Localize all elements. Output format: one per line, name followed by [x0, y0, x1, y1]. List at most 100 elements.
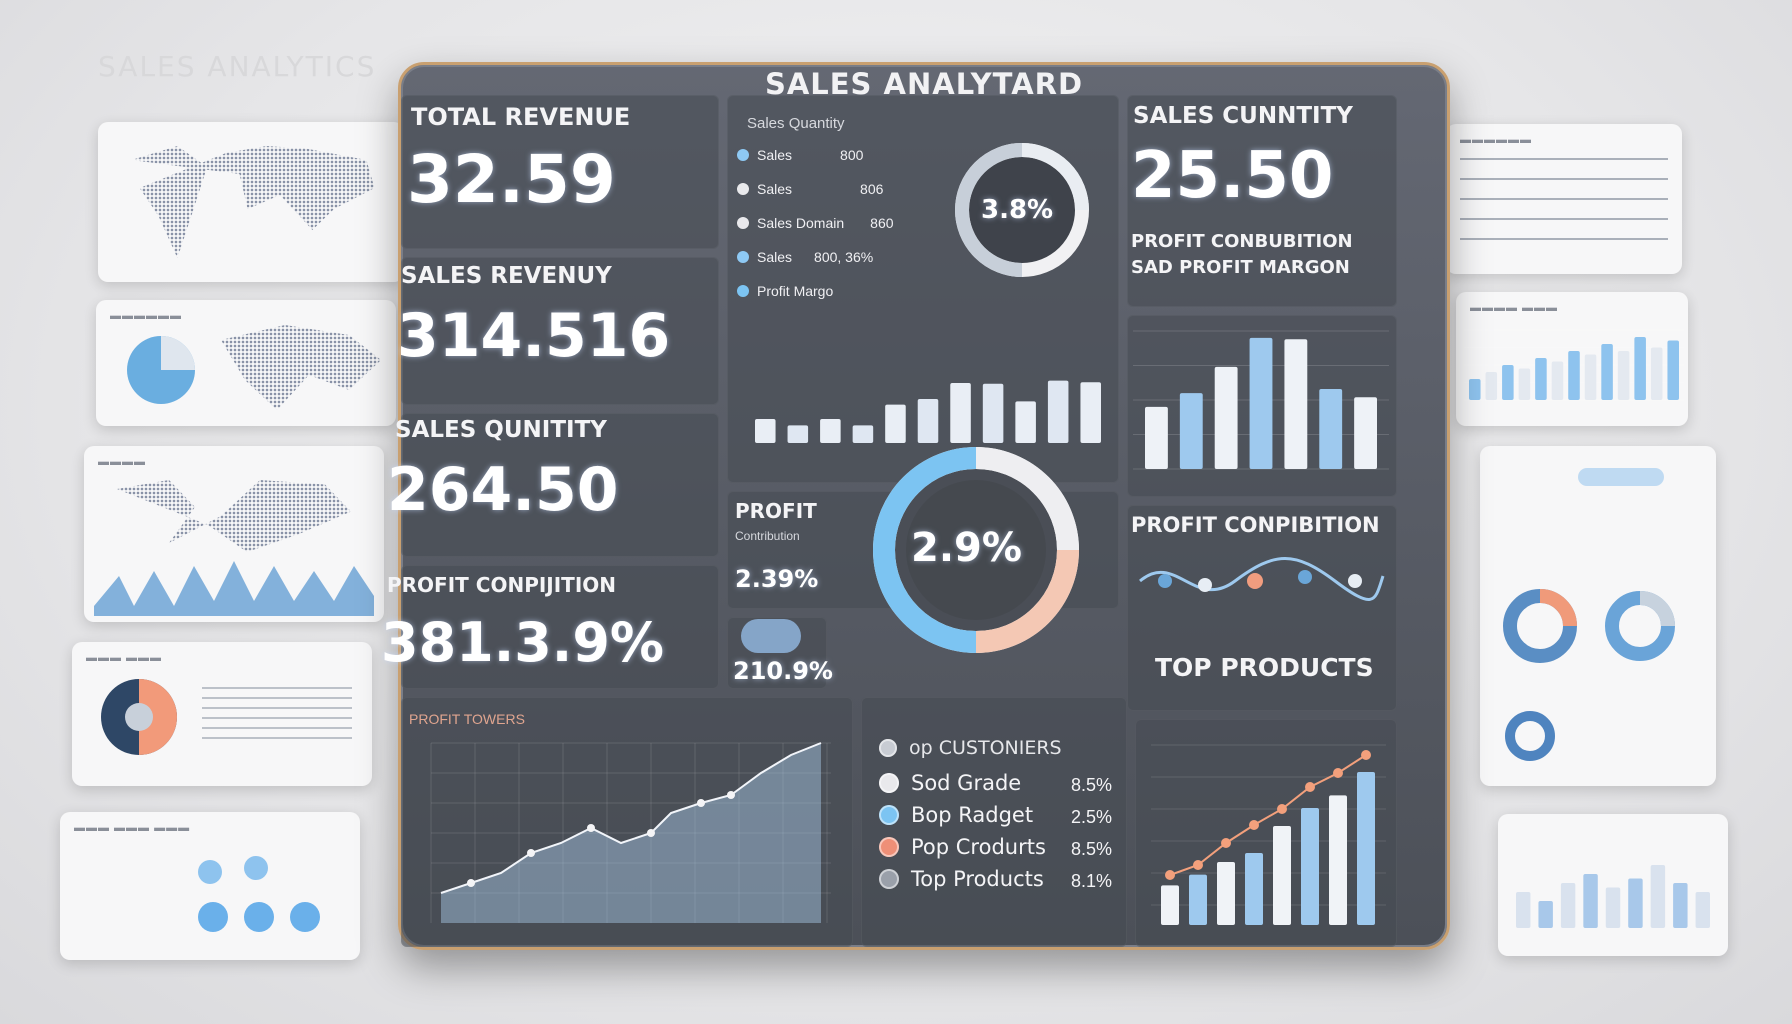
line-point: [1305, 782, 1315, 792]
customer-row[interactable]: Bop Radget: [879, 803, 1033, 827]
profit-donut-value: 2.9%: [911, 525, 1022, 571]
profit-compilation-panel: PROFIT CONPIBITION TOP PRODUCTS: [1127, 505, 1397, 711]
bar-chart-card: ▬▬▬▬ ▬▬▬: [1456, 292, 1688, 426]
list-lines: [202, 687, 352, 747]
pie-list-card: ▬▬▬ ▬▬▬: [72, 642, 372, 786]
customer-label: Top Products: [911, 867, 1044, 891]
legend-row[interactable]: Sales 800: [737, 147, 863, 163]
kpi-value: 314.516: [397, 301, 671, 371]
bar: [1560, 883, 1576, 928]
legend-dot: [737, 251, 749, 263]
customer-percent: 8.1%: [1071, 871, 1113, 891]
kpi-panel-sales-revenue[interactable]: SALES REVENUY 314.516: [397, 257, 719, 405]
kpi-sub-label: SAD PROFIT MARGON: [1131, 257, 1350, 278]
bubble-icon: [198, 860, 222, 884]
network-chart-icon: [1139, 557, 1385, 601]
bar: [787, 425, 809, 443]
bar-chart-icon: [1464, 329, 1684, 401]
bar: [1568, 351, 1580, 400]
legend-label: Sales: [757, 147, 793, 163]
pie-chart-icon: [127, 336, 195, 404]
dashboard-frame: SALES ANALYTARD TOTAL REVENUE 32.59 SALE…: [381, 62, 1450, 950]
card-title: ▬▬▬▬▬▬: [1460, 134, 1532, 146]
kpi-label: SALES QUNITITY: [395, 417, 607, 443]
donut-grid-card: [1480, 446, 1716, 786]
profit-label: PROFIT: [735, 499, 817, 523]
bar: [1518, 368, 1531, 400]
customer-label: Pop Crodurts: [911, 835, 1046, 859]
table-card: ▬▬▬▬▬▬: [1446, 124, 1682, 274]
profit-compilation-label: PROFIT CONPIBITION: [1131, 513, 1380, 537]
legend-value: 806: [860, 181, 884, 197]
bar-chart-icon: [1516, 865, 1710, 928]
top-products-label: TOP PRODUCTS: [1155, 653, 1374, 682]
customer-row[interactable]: Pop Crodurts: [879, 835, 1046, 859]
panel-heading: Sales Quantity: [747, 115, 845, 132]
line-point: [1221, 838, 1231, 848]
legend-row[interactable]: Sales Domain 860: [737, 215, 894, 231]
card-title: ▬▬▬▬ ▬▬▬: [1470, 302, 1559, 314]
bar: [1249, 337, 1273, 469]
bar: [1628, 878, 1643, 928]
bar: [1485, 372, 1498, 400]
legend-row[interactable]: Sales 806: [737, 181, 883, 197]
bar: [1284, 339, 1308, 469]
line-point: [1361, 750, 1371, 760]
kpi-value: 32.59: [407, 141, 616, 218]
top-customers-title-row: op CUSTONIERS: [879, 737, 1062, 759]
legend-dot: [879, 773, 899, 793]
bar: [1319, 388, 1343, 469]
line-point: [587, 824, 595, 832]
table-lines: [1460, 158, 1668, 258]
card-title: ▬▬▬ ▬▬▬ ▬▬▬: [74, 822, 191, 834]
legend-label: Sales: [757, 249, 793, 265]
filter-chip[interactable]: [1578, 468, 1664, 486]
kpi-panel-total-revenue[interactable]: TOTAL REVENUE 32.59: [401, 95, 719, 249]
line-point: [1277, 804, 1287, 814]
line-point: [727, 791, 735, 799]
donut-chart-icon: [1605, 591, 1675, 661]
background-title: SALES ANALYTICS: [98, 50, 377, 83]
bar: [1469, 379, 1481, 400]
bar: [1273, 826, 1291, 925]
kpi-panel-profit-compilation[interactable]: PROFIT CONPIJITION 381.3.9%: [381, 565, 719, 689]
legend-dot: [879, 869, 899, 889]
bar: [1584, 354, 1597, 400]
customer-row[interactable]: Sod Grade: [879, 771, 1021, 795]
bar: [1329, 795, 1347, 925]
legend-label: Sales Domain: [757, 215, 845, 231]
bar: [1535, 358, 1547, 400]
legend-dot: [879, 739, 897, 757]
line-point: [1249, 820, 1259, 830]
legend-row[interactable]: Sales 800, 36%: [737, 249, 873, 265]
bar: [1145, 406, 1168, 469]
map-pie-card: ▬▬▬▬▬▬: [96, 300, 396, 426]
bar: [1538, 901, 1553, 928]
area-chart-icon: [94, 561, 374, 616]
customer-percent: 8.5%: [1071, 775, 1113, 795]
profit-sub-label: Contribution: [735, 529, 800, 543]
bar: [820, 419, 841, 443]
bar: [1214, 366, 1238, 469]
profit-small-panel: 210.9%: [727, 617, 833, 689]
bar: [1667, 340, 1679, 400]
line-point: [1333, 768, 1343, 778]
bar: [1301, 808, 1319, 925]
profit-line-chart: [430, 742, 831, 923]
legend-value: 800: [840, 147, 864, 163]
card-title: ▬▬▬▬: [98, 456, 146, 468]
customer-row[interactable]: Top Products: [879, 867, 1044, 891]
card-title: ▬▬▬▬▬▬: [110, 310, 182, 322]
bar: [1179, 393, 1203, 469]
kpi-panel-sales-quantity[interactable]: SALES QUNITITY 264.50: [387, 413, 719, 557]
legend-dot: [737, 285, 749, 297]
donut-value: 3.8%: [981, 195, 1054, 225]
legend-label: Profit Margo: [757, 283, 834, 299]
line-bar-card: [1498, 814, 1728, 956]
right-kpi-panel[interactable]: SALES CUNNTITY 25.50 PROFIT CONBUBITION …: [1127, 95, 1397, 307]
legend-value: 800, 36%: [814, 249, 874, 265]
world-map-image: [131, 146, 375, 258]
legend-dot: [879, 837, 899, 857]
right-bar-panel: [1127, 315, 1397, 497]
legend-value: 860: [870, 215, 894, 231]
